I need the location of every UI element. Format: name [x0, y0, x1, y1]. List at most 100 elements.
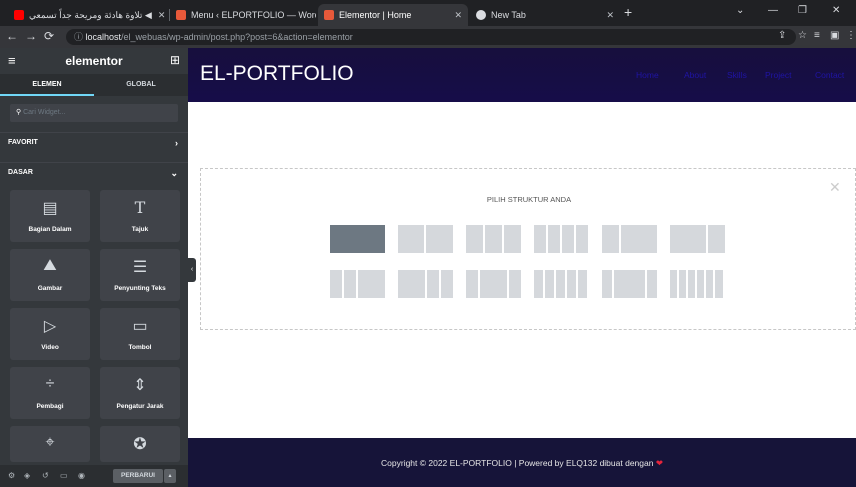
tab-search-icon[interactable]: ⌄: [736, 5, 744, 16]
tab-elements[interactable]: ELEMEN: [0, 74, 94, 96]
back-icon[interactable]: ←: [6, 29, 18, 43]
elementor-panel: ≡ elementor ⊞ ELEMEN GLOBAL ⚲ Cari Widge…: [0, 48, 188, 487]
minimize-icon[interactable]: —: [768, 5, 778, 16]
widget-button[interactable]: ▭ Tombol: [100, 308, 180, 360]
nav-link-contact[interactable]: Contact: [815, 70, 844, 80]
site-header: EL-PORTFOLIO Home About Skills Project C…: [188, 48, 856, 102]
tab-title: New Tab: [491, 10, 526, 20]
google-maps-icon: ⌖: [45, 434, 55, 451]
structure-preset-1col[interactable]: [330, 225, 385, 253]
widget-inner-section[interactable]: ▤ Bagian Dalam: [10, 190, 90, 242]
elementor-icon: [176, 10, 186, 20]
preview-eye-icon[interactable]: ◉: [78, 471, 85, 480]
chrome-icon: [476, 10, 486, 20]
nav-link-home[interactable]: Home: [636, 70, 659, 80]
new-tab-button[interactable]: +: [624, 4, 632, 20]
widget-search-input[interactable]: ⚲ Cari Widget...: [10, 104, 178, 122]
widget-label: Tombol: [128, 344, 152, 351]
reload-icon[interactable]: ⟳: [44, 29, 54, 43]
nav-link-project[interactable]: Project: [765, 70, 791, 80]
chevron-down-icon: ⌄: [170, 168, 178, 178]
site-info-icon[interactable]: ⓘ: [74, 32, 86, 42]
nav-link-about[interactable]: About: [684, 70, 706, 80]
browser-tab-youtube[interactable]: تلاوة هادئة ومريحة جداً تسمعي ◀ ✕: [8, 4, 168, 26]
extensions-icon[interactable]: ≡: [814, 30, 820, 41]
structure-preset-33-66[interactable]: [602, 225, 657, 253]
structure-preset-5col[interactable]: [534, 270, 587, 298]
site-footer: Copyright © 2022 EL-PORTFOLIO | Powered …: [188, 438, 856, 487]
history-icon[interactable]: ↺: [42, 471, 49, 480]
elementor-icon: [324, 10, 334, 20]
spacer-icon: ⇕: [133, 377, 147, 394]
menu-dots-icon[interactable]: ⋮: [846, 30, 856, 41]
structure-preset-4col[interactable]: [534, 225, 588, 253]
browser-tab-new[interactable]: New Tab ✕: [470, 4, 620, 26]
heart-icon: ❤: [655, 458, 663, 468]
close-tab-icon[interactable]: ✕: [448, 10, 462, 21]
divider-icon: ÷: [45, 375, 55, 392]
close-tab-icon[interactable]: ✕: [152, 10, 166, 21]
layers-icon[interactable]: ◈: [24, 471, 30, 480]
close-icon[interactable]: ✕: [829, 179, 841, 196]
panel-tabs: ELEMEN GLOBAL: [0, 74, 188, 96]
youtube-icon: [14, 10, 24, 20]
structure-preset-6col[interactable]: [670, 270, 723, 298]
heading-icon: T: [134, 198, 146, 217]
tab-title: Elementor | Home: [339, 10, 412, 20]
widget-google-maps[interactable]: ⌖: [10, 426, 90, 462]
url-path: /el_webuas/wp-admin/post.php?post=6&acti…: [121, 32, 353, 42]
url-field[interactable]: ⓘ localhost/el_webuas/wp-admin/post.php?…: [66, 29, 796, 45]
share-icon[interactable]: ⇪: [778, 30, 786, 41]
footer-copyright-text: Copyright © 2022 EL-PORTFOLIO | Powered …: [381, 458, 654, 468]
widget-divider[interactable]: ÷ Pembagi: [10, 367, 90, 419]
collapse-panel-button[interactable]: ‹: [188, 258, 196, 282]
structure-picker: PILIH STRUKTUR ANDA ✕: [200, 168, 856, 330]
text-editor-icon: ☰: [132, 259, 148, 276]
sidepanel-icon[interactable]: ▣: [830, 30, 839, 41]
widget-image[interactable]: ⛰ Gambar: [10, 249, 90, 301]
structure-preset-20-60-20[interactable]: [602, 270, 657, 298]
site-title[interactable]: EL-PORTFOLIO: [200, 62, 354, 86]
widget-label: Pembagi: [36, 403, 64, 410]
widget-label: Tajuk: [131, 226, 149, 233]
bookmark-star-icon[interactable]: ☆: [798, 30, 807, 41]
inner-section-icon: ▤: [42, 200, 58, 217]
settings-icon[interactable]: ⚙: [8, 471, 15, 480]
basic-section-header[interactable]: DASAR ⌄: [0, 162, 188, 182]
structure-picker-title: PILIH STRUKTUR ANDA: [486, 195, 572, 204]
widget-label: Gambar: [37, 285, 63, 292]
update-options-button[interactable]: ▴: [164, 469, 176, 483]
widget-icon[interactable]: ✪: [100, 426, 180, 462]
widget-text-editor[interactable]: ☰ Penyunting Teks: [100, 249, 180, 301]
browser-tab-elementor[interactable]: Elementor | Home ✕: [318, 4, 468, 26]
structure-preset-3col[interactable]: [466, 225, 521, 253]
tab-global[interactable]: GLOBAL: [94, 74, 188, 96]
widgets-grid-icon[interactable]: ⊞: [170, 53, 180, 67]
nav-link-skills[interactable]: Skills: [727, 70, 747, 80]
widget-video[interactable]: ▷ Video: [10, 308, 90, 360]
widget-label: Video: [41, 344, 59, 351]
widget-label: Bagian Dalam: [28, 226, 72, 233]
update-button[interactable]: PERBARUI: [113, 469, 163, 483]
widget-heading[interactable]: T Tajuk: [100, 190, 180, 242]
button-icon: ▭: [132, 318, 148, 335]
responsive-icon[interactable]: ▭: [60, 471, 68, 480]
structure-preset-25-25-50[interactable]: [330, 270, 385, 298]
search-placeholder: Cari Widget...: [23, 109, 66, 116]
panel-header: ≡ elementor ⊞: [0, 48, 188, 74]
favorites-section-header[interactable]: FAVORIT ›: [0, 132, 188, 152]
close-tab-icon[interactable]: ✕: [600, 10, 614, 21]
url-host: localhost: [85, 32, 122, 42]
footer-copyright: Copyright © 2022 EL-PORTFOLIO | Powered …: [188, 458, 856, 469]
section-label: DASAR: [8, 169, 33, 176]
structure-preset-66-33[interactable]: [670, 225, 725, 253]
forward-icon[interactable]: →: [25, 29, 37, 43]
restore-icon[interactable]: ❐: [798, 5, 807, 16]
widget-spacer[interactable]: ⇕ Pengatur Jarak: [100, 367, 180, 419]
browser-tab-menu[interactable]: Menu ‹ ELPORTFOLIO — WordPr ✕: [170, 4, 316, 26]
structure-preset-2col[interactable]: [398, 225, 453, 253]
video-icon: ▷: [43, 318, 57, 335]
structure-preset-50-25-25[interactable]: [398, 270, 453, 298]
window-close-icon[interactable]: ✕: [832, 5, 840, 16]
structure-preset-25-50-25[interactable]: [466, 270, 521, 298]
